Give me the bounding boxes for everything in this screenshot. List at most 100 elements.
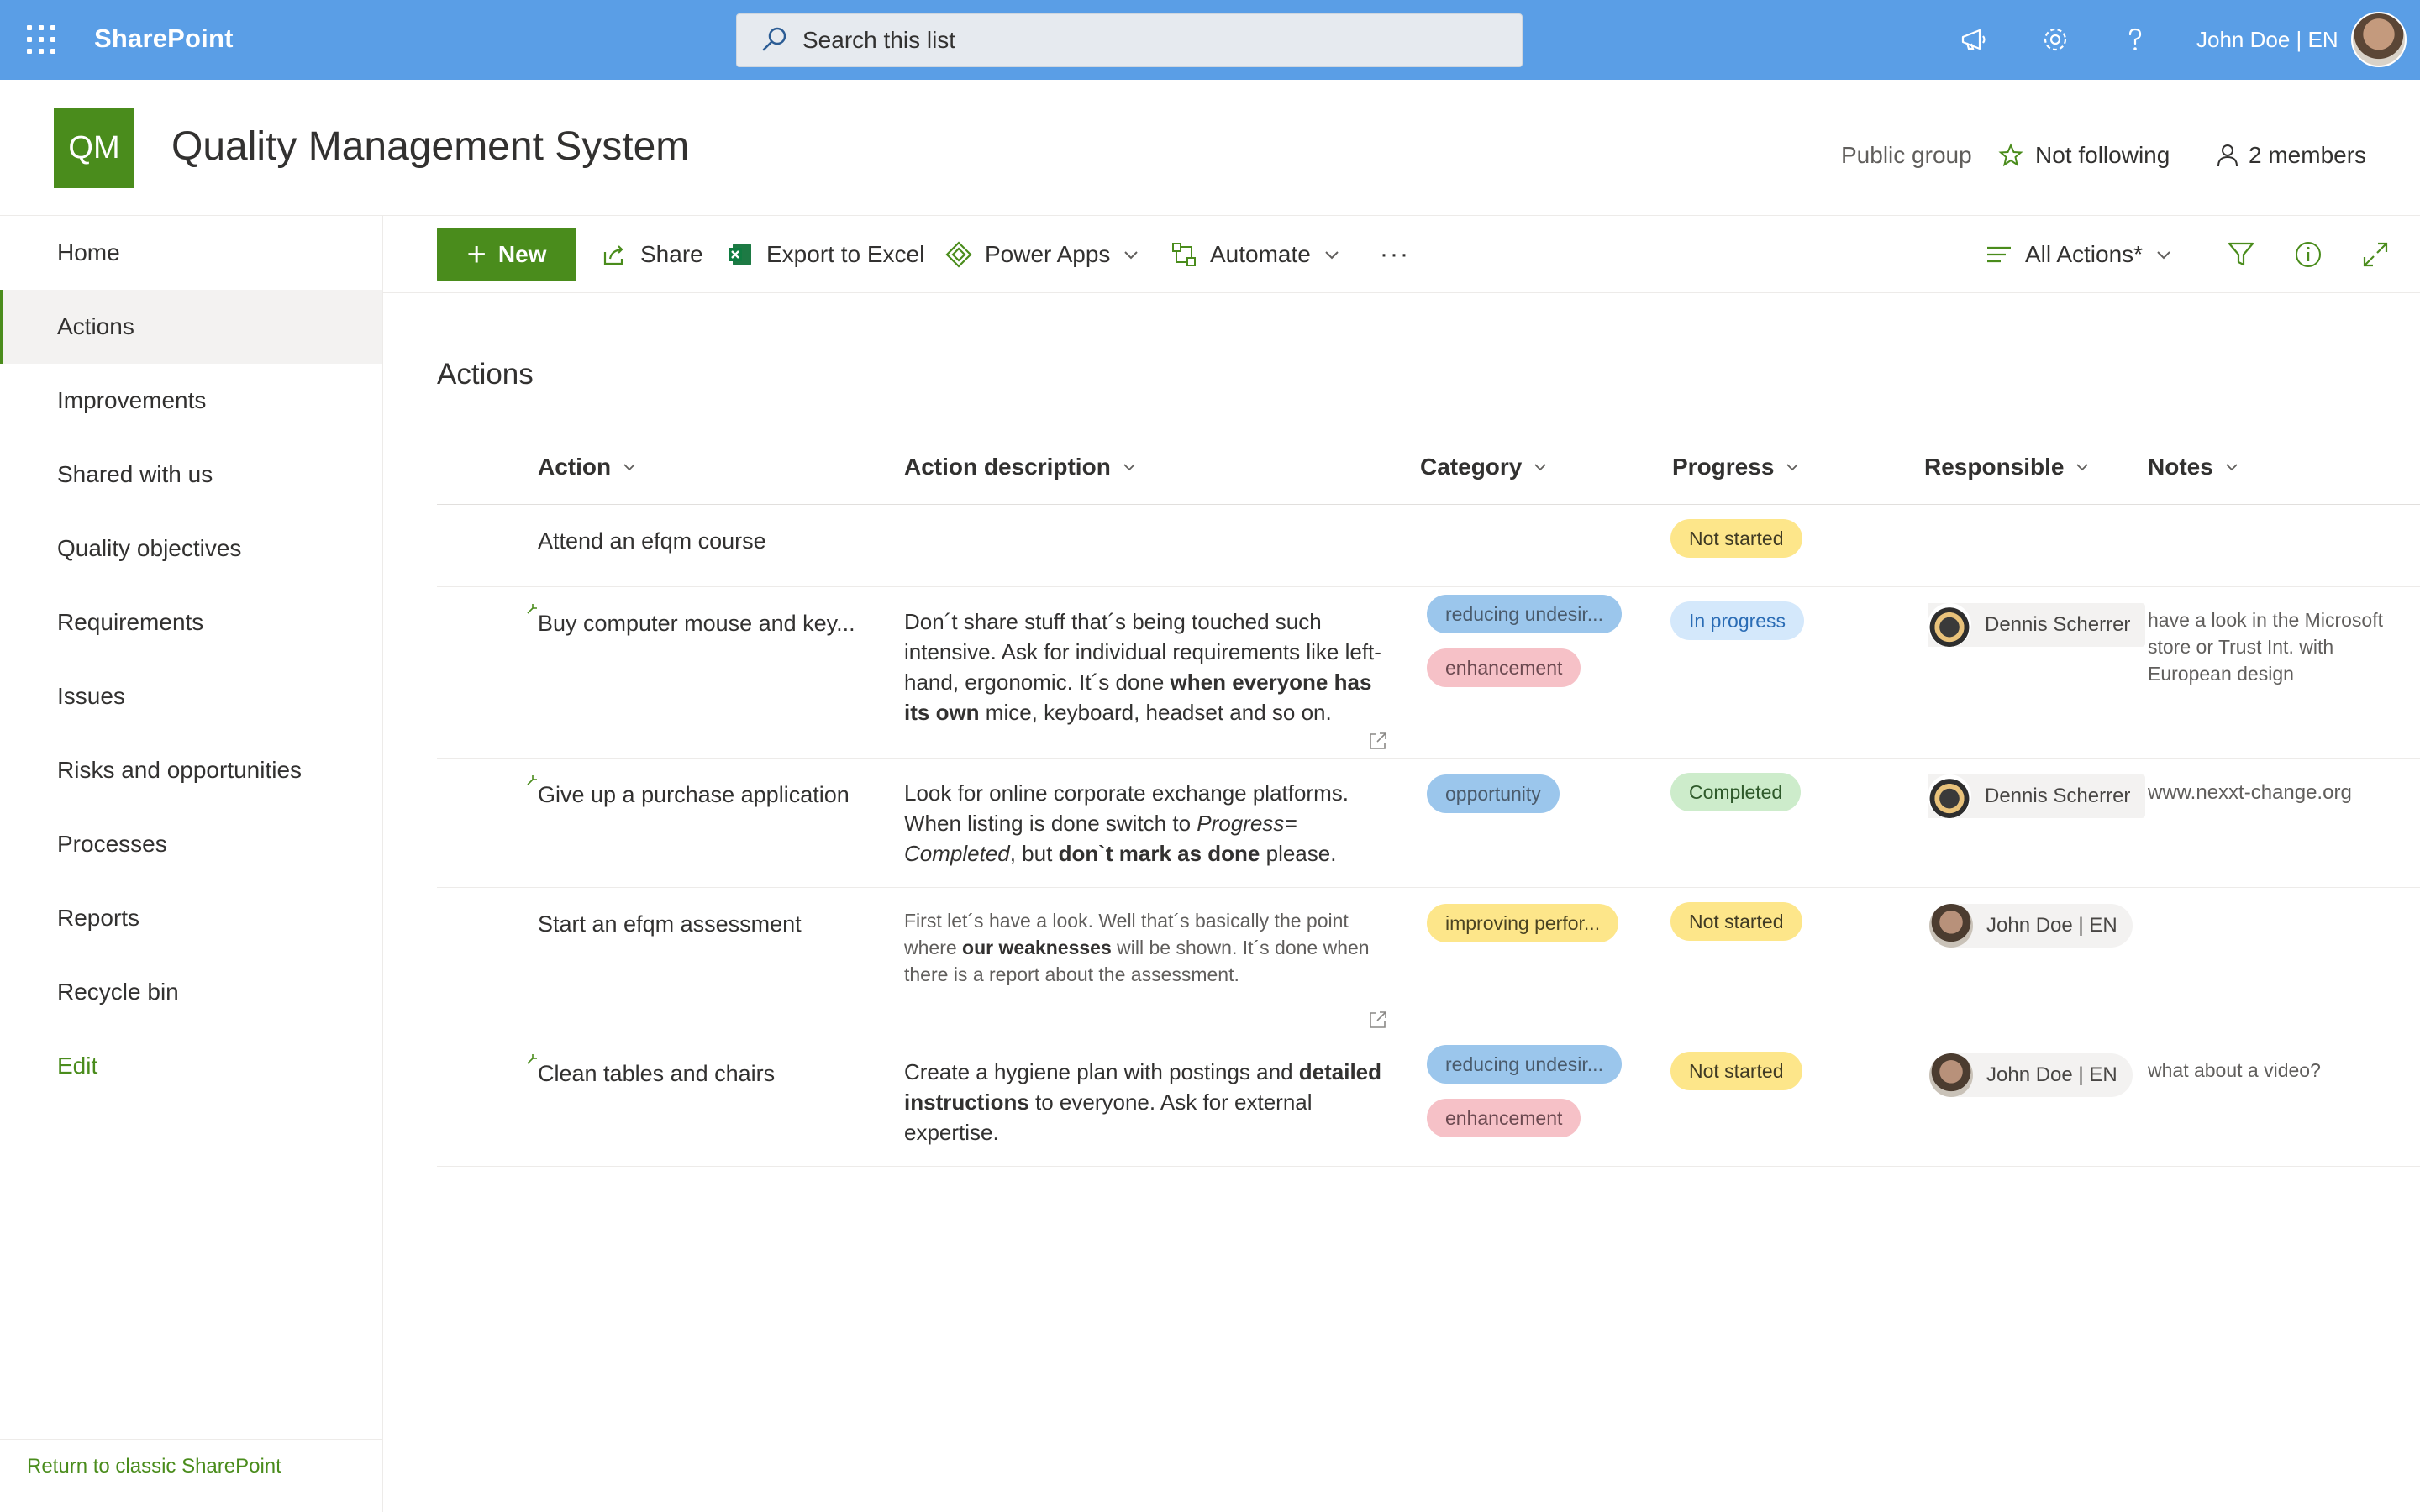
nav-item-processes[interactable]: Processes: [0, 807, 382, 881]
category-tag[interactable]: reducing undesir...: [1427, 1045, 1622, 1084]
chevron-down-icon: [623, 464, 635, 471]
category-tag[interactable]: opportunity: [1427, 774, 1560, 813]
follow-label: Not following: [2035, 142, 2170, 168]
fullscreen-button[interactable]: [2361, 228, 2402, 281]
header-divider: [437, 504, 2420, 505]
excel-icon: [729, 244, 751, 265]
open-external-icon[interactable]: [1368, 1010, 1388, 1030]
list-title: Actions: [437, 358, 534, 391]
nav-item-home[interactable]: Home: [0, 216, 382, 290]
chevron-down-icon: [1123, 464, 1135, 471]
progress-badge[interactable]: Completed: [1670, 773, 1802, 811]
group-visibility: Public group: [1841, 142, 1972, 168]
nav-item-risks-and-opportunities[interactable]: Risks and opportunities: [0, 733, 382, 807]
column-header-label: Category: [1420, 454, 1523, 480]
chevron-down-icon: [1124, 251, 1139, 260]
share-button[interactable]: Share: [600, 228, 703, 281]
column-header-label: Action description: [904, 454, 1111, 480]
column-header-notes[interactable]: Notes: [2148, 454, 2240, 480]
category-tag[interactable]: reducing undesir...: [1427, 595, 1622, 633]
suite-bar: SharePoint John Doe | EN: [0, 0, 2420, 80]
nav-item-issues[interactable]: Issues: [0, 659, 382, 733]
export-label: Export to Excel: [766, 241, 925, 267]
person-name: Dennis Scherrer: [1985, 785, 2131, 807]
person-name: John Doe | EN: [1986, 1063, 2118, 1086]
power-apps-label: Power Apps: [985, 241, 1111, 267]
table-row-action[interactable]: Give up a purchase application: [538, 780, 850, 810]
app-launcher-icon[interactable]: [27, 25, 55, 54]
automate-menu[interactable]: Automate: [1170, 228, 1353, 281]
view-selector[interactable]: All Actions*: [1985, 228, 2185, 281]
progress-badge[interactable]: Not started: [1670, 902, 1802, 941]
filter-icon: [2228, 242, 2254, 266]
nav-edit-link[interactable]: Edit: [0, 1029, 382, 1103]
category-tag[interactable]: enhancement: [1427, 1099, 1581, 1137]
action-description: First let´s have a look. Well that´s bas…: [904, 910, 1370, 985]
person-icon: [2217, 144, 2238, 167]
chevron-down-icon: [2076, 464, 2089, 471]
site-logo[interactable]: QM: [54, 108, 134, 188]
return-to-classic-link[interactable]: Return to classic SharePoint: [0, 1439, 382, 1478]
more-actions-button[interactable]: ···: [1380, 228, 1410, 281]
new-button-label: New: [497, 241, 547, 267]
person-chip[interactable]: Dennis Scherrer: [1928, 774, 2146, 818]
row-divider: [437, 586, 2420, 587]
person-name: Dennis Scherrer: [1985, 613, 2131, 636]
action-description: Create a hygiene plan with postings and …: [904, 1059, 1382, 1145]
command-bar: + New Share Export to Excel Power Apps A…: [383, 216, 2420, 293]
person-chip[interactable]: John Doe | EN: [1929, 1053, 2133, 1097]
info-pane-button[interactable]: [2294, 228, 2334, 281]
column-header-action-description[interactable]: Action description: [904, 454, 1138, 480]
column-header-action[interactable]: Action: [538, 454, 638, 480]
column-header-progress[interactable]: Progress: [1672, 454, 1801, 480]
nav-item-shared-with-us[interactable]: Shared with us: [0, 438, 382, 512]
chevron-down-icon: [2157, 251, 2170, 260]
progress-badge[interactable]: In progress: [1670, 601, 1805, 640]
user-name[interactable]: John Doe | EN: [2196, 27, 2338, 53]
nav-item-actions[interactable]: Actions: [0, 290, 382, 364]
progress-badge[interactable]: Not started: [1670, 519, 1802, 558]
progress-badge[interactable]: Not started: [1670, 1052, 1802, 1090]
column-header-category[interactable]: Category: [1420, 454, 1549, 480]
category-tag[interactable]: improving perfor...: [1427, 904, 1619, 942]
avatar: [1928, 603, 1971, 647]
search-box[interactable]: [736, 13, 1523, 67]
help-icon[interactable]: [2116, 20, 2154, 59]
nav-item-recycle-bin[interactable]: Recycle bin: [0, 955, 382, 1029]
site-title[interactable]: Quality Management System: [171, 123, 689, 170]
info-icon: [2296, 242, 2321, 267]
open-external-icon[interactable]: [1368, 731, 1388, 751]
sharepoint-brand[interactable]: SharePoint: [94, 24, 234, 54]
nav-item-quality-objectives[interactable]: Quality objectives: [0, 512, 382, 585]
category-tag[interactable]: enhancement: [1427, 648, 1581, 687]
megaphone-icon[interactable]: [1954, 20, 1993, 59]
avatar: [1929, 904, 1973, 948]
user-avatar[interactable]: [2351, 12, 2407, 67]
members-button[interactable]: 2 members: [2215, 142, 2366, 169]
row-divider: [437, 758, 2420, 759]
settings-gear-icon[interactable]: [2036, 20, 2075, 59]
notes-text: www.nexxt-change.org: [2148, 781, 2352, 804]
export-to-excel-button[interactable]: Export to Excel: [726, 228, 924, 281]
table-row-action[interactable]: Attend an efqm course: [538, 526, 766, 556]
filter-button[interactable]: [2227, 228, 2267, 281]
column-header-responsible[interactable]: Responsible: [1924, 454, 2091, 480]
row-divider: [437, 887, 2420, 888]
follow-button[interactable]: Not following: [1998, 142, 2170, 169]
nav-item-requirements[interactable]: Requirements: [0, 585, 382, 659]
nav-item-improvements[interactable]: Improvements: [0, 364, 382, 438]
nav-item-reports[interactable]: Reports: [0, 881, 382, 955]
search-input[interactable]: [802, 27, 1475, 54]
new-button[interactable]: + New: [437, 228, 576, 281]
plus-icon: +: [466, 236, 487, 273]
person-chip[interactable]: Dennis Scherrer: [1928, 603, 2146, 647]
power-apps-menu[interactable]: Power Apps: [944, 228, 1152, 281]
table-row-action[interactable]: Clean tables and chairs: [538, 1058, 775, 1089]
row-divider: [437, 1166, 2420, 1167]
table-row-action[interactable]: Start an efqm assessment: [538, 909, 802, 939]
column-header-label: Notes: [2148, 454, 2213, 480]
site-header: QM Quality Management System Public grou…: [0, 80, 2420, 216]
action-description: Don´t share stuff that´s being touched s…: [904, 609, 1381, 725]
table-row-action[interactable]: Buy computer mouse and key...: [538, 608, 855, 638]
person-chip[interactable]: John Doe | EN: [1929, 904, 2133, 948]
